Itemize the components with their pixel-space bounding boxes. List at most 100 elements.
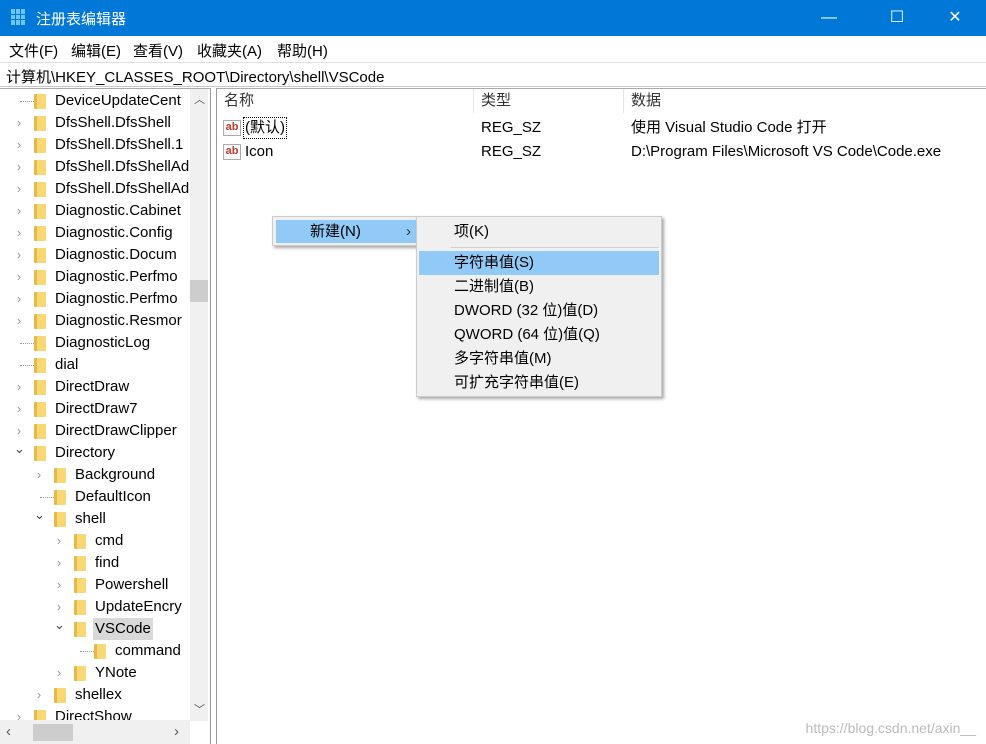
chevron-right-icon[interactable]: › [14,222,24,244]
chevron-down-icon[interactable]: ⌄ [34,504,45,526]
menu-file[interactable]: 文件(F) [9,40,58,61]
hscroll-thumb[interactable] [33,724,73,741]
tree-item[interactable]: › Diagnostic.Docum [0,244,190,266]
chevron-right-icon[interactable]: › [14,376,24,398]
tree-item[interactable]: › DirectDraw [0,376,190,398]
tree-item[interactable]: › DfsShell.DfsShellAd [0,156,190,178]
folder-icon [34,248,46,263]
folder-icon [54,688,66,703]
chevron-right-icon[interactable]: › [54,552,64,574]
tree-item[interactable]: › Diagnostic.Cabinet [0,200,190,222]
scroll-down-icon[interactable]: ﹀ [194,701,205,717]
tree-item[interactable]: ⌄ Directory [0,441,190,464]
tree-item[interactable]: › Background [0,464,190,486]
menu-item-dword-value[interactable]: DWORD (32 位)值(D) [419,299,659,323]
value-row[interactable]: ab (默认) REG_SZ 使用 Visual Studio Code 打开 [217,116,986,140]
tree-item[interactable]: › DirectDrawClipper [0,420,190,442]
column-name[interactable]: 名称 [217,89,474,113]
folder-icon [34,446,46,461]
context-menu: 新建(N) › [272,216,422,246]
menu-item-expandable-string-value[interactable]: 可扩充字符串值(E) [419,371,659,395]
watermark: https://blog.csdn.net/axin__ [805,720,976,736]
chevron-right-icon[interactable]: › [14,288,24,310]
tree-item[interactable]: command [0,640,190,662]
tree-item-label: Diagnostic.Cabinet [55,202,181,219]
menu-item-new[interactable]: 新建(N) › [276,220,421,243]
tree-item[interactable]: ⌄ shell [0,507,190,530]
folder-icon [34,380,46,395]
string-value-icon: ab [223,144,241,160]
tree-item[interactable]: › Powershell [0,574,190,596]
string-value-icon: ab [223,120,241,136]
tree-item[interactable]: › Diagnostic.Config [0,222,190,244]
chevron-right-icon[interactable]: › [14,310,24,332]
address-bar[interactable]: 计算机\HKEY_CLASSES_ROOT\Directory\shell\VS… [0,62,986,87]
chevron-right-icon[interactable]: › [14,112,24,134]
tree-item[interactable]: › DfsShell.DfsShell [0,112,190,134]
column-data[interactable]: 数据 [624,89,986,113]
tree-item-label: dial [55,356,79,373]
maximize-button[interactable]: ☐ [874,0,920,36]
value-row[interactable]: ab Icon REG_SZ D:\Program Files\Microsof… [217,140,986,164]
tree-item-label: DfsShell.DfsShellAd [55,180,190,197]
chevron-right-icon[interactable]: › [14,134,24,156]
tree-item[interactable]: › Diagnostic.Resmor [0,310,190,332]
chevron-right-icon[interactable]: › [14,266,24,288]
value-data: 使用 Visual Studio Code 打开 [631,119,827,136]
minimize-button[interactable]: — [806,0,852,36]
scroll-right-icon[interactable]: › [174,723,179,740]
menu-item-string-value[interactable]: 字符串值(S) [419,251,659,275]
scroll-left-icon[interactable]: ‹ [6,723,11,740]
tree-item-label: VSCode [93,618,153,640]
tree-item[interactable]: › DfsShell.DfsShellAd [0,178,190,200]
chevron-right-icon[interactable]: › [14,200,24,222]
close-button[interactable]: ✕ [932,0,978,36]
chevron-right-icon[interactable]: › [14,398,24,420]
tree-item[interactable]: › DfsShell.DfsShell.1 [0,134,190,156]
tree-item-label: DfsShell.DfsShell [55,114,171,131]
tree-connector [20,343,34,344]
tree-item[interactable]: ⌄ VSCode [0,617,190,640]
chevron-down-icon[interactable]: ⌄ [14,438,25,460]
tree-item[interactable]: › Diagnostic.Perfmo [0,266,190,288]
chevron-right-icon[interactable]: › [14,178,24,200]
menu-view[interactable]: 查看(V) [133,40,183,61]
tree-vertical-scrollbar[interactable]: ︿ ﹀ [190,89,208,721]
folder-icon [34,94,46,109]
scroll-thumb[interactable] [190,280,208,302]
menu-favorites[interactable]: 收藏夹(A) [197,40,262,61]
tree-item[interactable]: dial [0,354,190,376]
menu-item-binary-value[interactable]: 二进制值(B) [419,275,659,299]
menu-help[interactable]: 帮助(H) [277,40,328,61]
tree-item[interactable]: DeviceUpdateCent [0,90,190,112]
registry-tree: DeviceUpdateCent › DfsShell.DfsShell › DfsSh… [0,88,211,744]
tree-item[interactable]: › shellex [0,684,190,706]
tree-item[interactable]: DiagnosticLog [0,332,190,354]
tree-item[interactable]: › cmd [0,530,190,552]
chevron-right-icon[interactable]: › [54,574,64,596]
chevron-right-icon[interactable]: › [54,662,64,684]
column-type[interactable]: 类型 [474,89,624,113]
tree-item-label: Diagnostic.Config [55,224,173,241]
chevron-right-icon[interactable]: › [34,684,44,706]
tree-item-label: DfsShell.DfsShell.1 [55,136,184,153]
values-pane: 名称 类型 数据 ab (默认) REG_SZ 使用 Visual Studio… [216,88,986,744]
tree-item-label: find [95,554,120,571]
chevron-right-icon[interactable]: › [14,156,24,178]
tree-item[interactable]: › YNote [0,662,190,684]
tree-item[interactable]: DefaultIcon [0,486,190,508]
chevron-right-icon[interactable]: › [54,530,64,552]
scroll-up-icon[interactable]: ︿ [194,91,205,107]
menu-item-multi-string-value[interactable]: 多字符串值(M) [419,347,659,371]
menu-edit[interactable]: 编辑(E) [71,40,121,61]
chevron-right-icon[interactable]: › [14,244,24,266]
tree-item[interactable]: › DirectDraw7 [0,398,190,420]
menu-item-key[interactable]: 项(K) [419,220,659,244]
chevron-down-icon[interactable]: ⌄ [54,614,65,636]
chevron-right-icon[interactable]: › [34,464,44,486]
tree-item[interactable]: › Diagnostic.Perfmo [0,288,190,310]
menu-item-qword-value[interactable]: QWORD (64 位)值(Q) [419,323,659,347]
tree-item[interactable]: › UpdateEncry [0,596,190,618]
tree-horizontal-scrollbar[interactable]: ‹ › [0,720,190,744]
tree-item[interactable]: › find [0,552,190,574]
